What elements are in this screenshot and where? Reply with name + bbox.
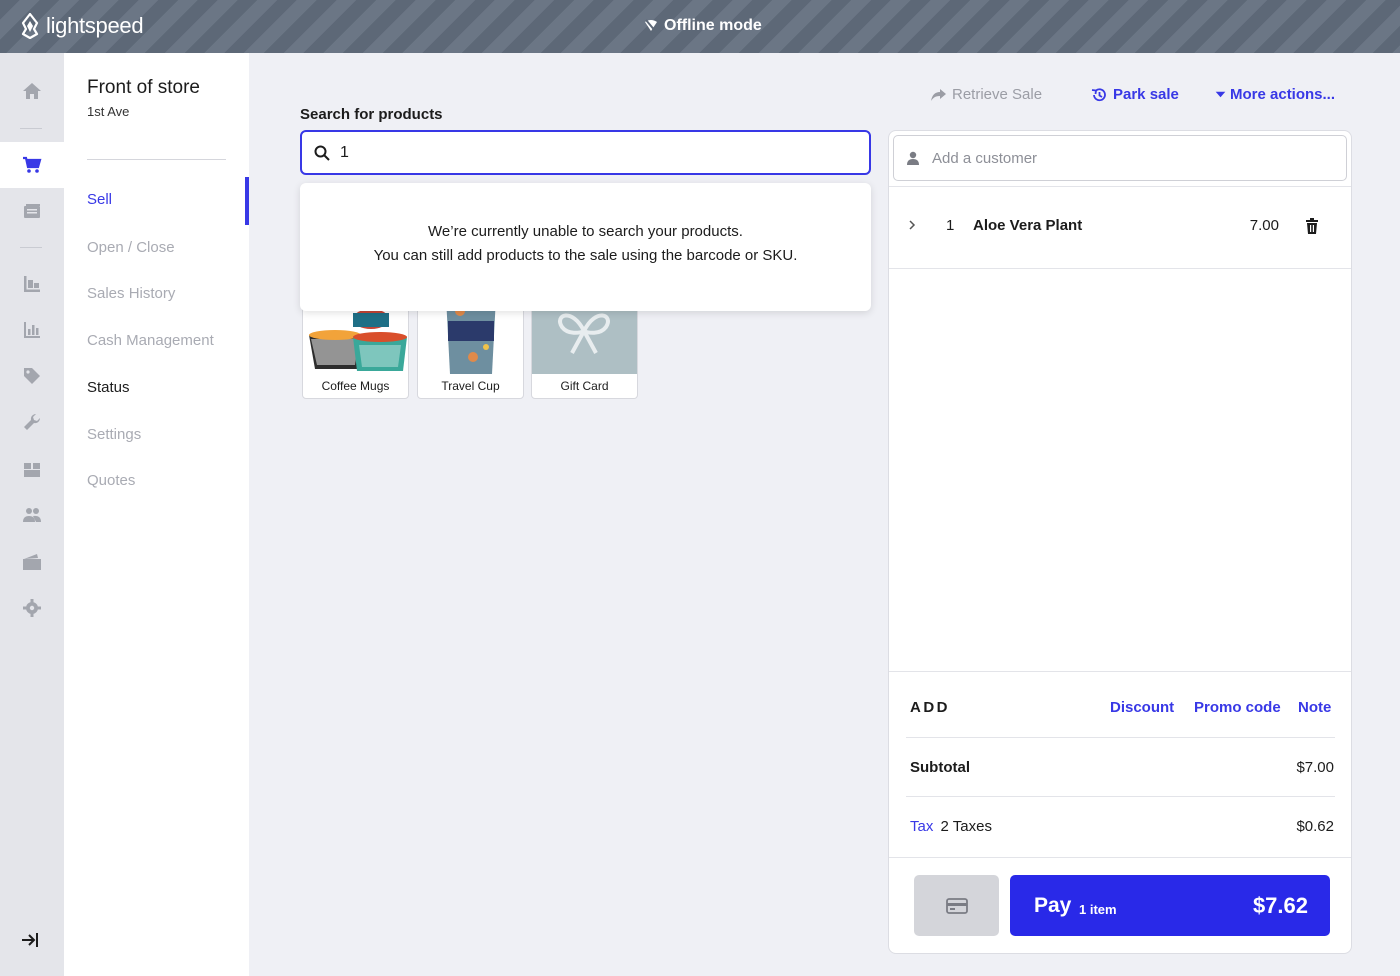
rail-tools[interactable] — [0, 399, 64, 445]
icon-rail — [0, 53, 64, 976]
rail-settings[interactable] — [0, 585, 64, 631]
promo-code-link[interactable]: Promo code — [1194, 699, 1281, 716]
wallet-icon — [23, 554, 41, 570]
menu-item-sales-history[interactable]: Sales History — [87, 285, 175, 302]
subtotal-value: $7.00 — [1296, 759, 1334, 776]
more-actions-label: More actions... — [1230, 86, 1336, 103]
rail-register[interactable] — [0, 188, 64, 234]
tile-label: Coffee Mugs — [321, 379, 390, 393]
search-error-line1: We’re currently unable to search your pr… — [428, 223, 743, 240]
offline-label: Offline mode — [664, 17, 762, 34]
rail-tags[interactable] — [0, 353, 64, 399]
product-tile-gift-card[interactable]: Gift Card — [531, 296, 638, 399]
rail-home[interactable] — [0, 68, 64, 114]
tag-icon — [24, 368, 40, 384]
discount-link[interactable]: Discount — [1110, 699, 1174, 716]
retrieve-sale-label: Retrieve Sale — [952, 86, 1043, 103]
history-icon — [1091, 87, 1106, 101]
product-tile-travel-cup[interactable]: Travel Cup — [417, 296, 524, 399]
logo-text: lightspeed — [46, 13, 144, 38]
logo: lightspeed — [20, 13, 144, 39]
rail-boxes[interactable] — [0, 446, 64, 492]
store-title: Front of store — [87, 77, 200, 98]
tax-row: Tax 2 Taxes — [910, 818, 992, 835]
menu-divider — [87, 159, 226, 160]
top-bar: lightspeed Offline mode — [0, 0, 1400, 53]
credit-card-icon — [945, 897, 968, 914]
add-customer-field[interactable]: Add a customer — [893, 135, 1347, 181]
boxes-icon — [24, 463, 40, 477]
search-icon — [314, 145, 330, 161]
line-item-qty: 1 — [946, 217, 955, 234]
search-box — [300, 130, 871, 175]
store-menu: Front of store 1st Ave Sell Open / Close… — [64, 53, 249, 976]
park-sale-button[interactable]: Park sale — [1091, 86, 1179, 103]
tile-label: Travel Cup — [441, 379, 500, 393]
pay-item-count: 1 item — [1079, 902, 1117, 917]
inventory-icon — [24, 276, 40, 292]
line-item-price: 7.00 — [1249, 217, 1279, 234]
gear-icon — [23, 599, 41, 617]
register-icon — [24, 204, 40, 218]
collapse-arrow-icon[interactable] — [20, 930, 40, 950]
active-indicator — [245, 177, 249, 225]
search-error-dropdown: We’re currently unable to search your pr… — [300, 183, 871, 311]
reports-icon — [24, 322, 40, 338]
subtotal-label: Subtotal — [910, 759, 970, 776]
rail-customers[interactable] — [0, 492, 64, 538]
menu-item-sell[interactable]: Sell — [87, 191, 112, 208]
home-icon — [23, 83, 41, 99]
cart-line-item[interactable]: 1 Aloe Vera Plant 7.00 — [889, 205, 1351, 247]
chevron-right-icon[interactable] — [907, 218, 917, 232]
wrench-icon — [24, 413, 41, 430]
offline-indicator: Offline mode — [644, 17, 762, 35]
line-item-name: Aloe Vera Plant — [973, 217, 1083, 234]
menu-item-cash-management[interactable]: Cash Management — [87, 332, 214, 349]
no-wifi-icon — [645, 19, 657, 33]
pay-button[interactable]: Pay 1 item $7.62 — [1010, 875, 1330, 936]
tax-link[interactable]: Tax — [910, 818, 933, 835]
tax-detail: 2 Taxes — [940, 818, 992, 835]
caret-down-icon — [1215, 91, 1226, 98]
tile-label: Gift Card — [560, 379, 609, 393]
cart-panel: Add a customer 1 Aloe Vera Plant 7.00 AD… — [888, 130, 1352, 954]
product-tile-coffee-mugs[interactable]: Coffee Mugs — [302, 296, 409, 399]
pay-total: $7.62 — [1252, 893, 1308, 918]
retrieve-sale-button[interactable]: Retrieve Sale — [930, 86, 1042, 103]
park-sale-label: Park sale — [1113, 86, 1179, 103]
customers-icon — [23, 508, 41, 522]
menu-item-settings[interactable]: Settings — [87, 426, 141, 443]
rail-sell[interactable] — [0, 142, 64, 188]
menu-item-open-close[interactable]: Open / Close — [87, 239, 175, 256]
cart-icon — [23, 156, 42, 173]
user-icon — [907, 151, 919, 165]
more-actions-button[interactable]: More actions... — [1215, 86, 1335, 103]
flame-logo-icon — [21, 13, 39, 39]
note-link[interactable]: Note — [1298, 699, 1331, 716]
search-input[interactable] — [340, 143, 840, 162]
menu-item-status[interactable]: Status — [87, 379, 130, 396]
trash-icon[interactable] — [1305, 218, 1319, 234]
menu-item-quotes[interactable]: Quotes — [87, 472, 135, 489]
share-arrow-icon — [931, 88, 946, 101]
search-error-line2: You can still add products to the sale u… — [373, 247, 798, 264]
rail-inventory[interactable] — [0, 261, 64, 307]
store-subtitle: 1st Ave — [87, 104, 130, 119]
add-heading: ADD — [910, 699, 950, 716]
rail-reports[interactable] — [0, 307, 64, 353]
search-label: Search for products — [300, 106, 443, 123]
tax-value: $0.62 — [1296, 818, 1334, 835]
card-payment-button[interactable] — [914, 875, 999, 936]
pay-label: Pay — [1034, 894, 1072, 917]
add-customer-placeholder: Add a customer — [932, 149, 1038, 167]
rail-wallet[interactable] — [0, 539, 64, 585]
